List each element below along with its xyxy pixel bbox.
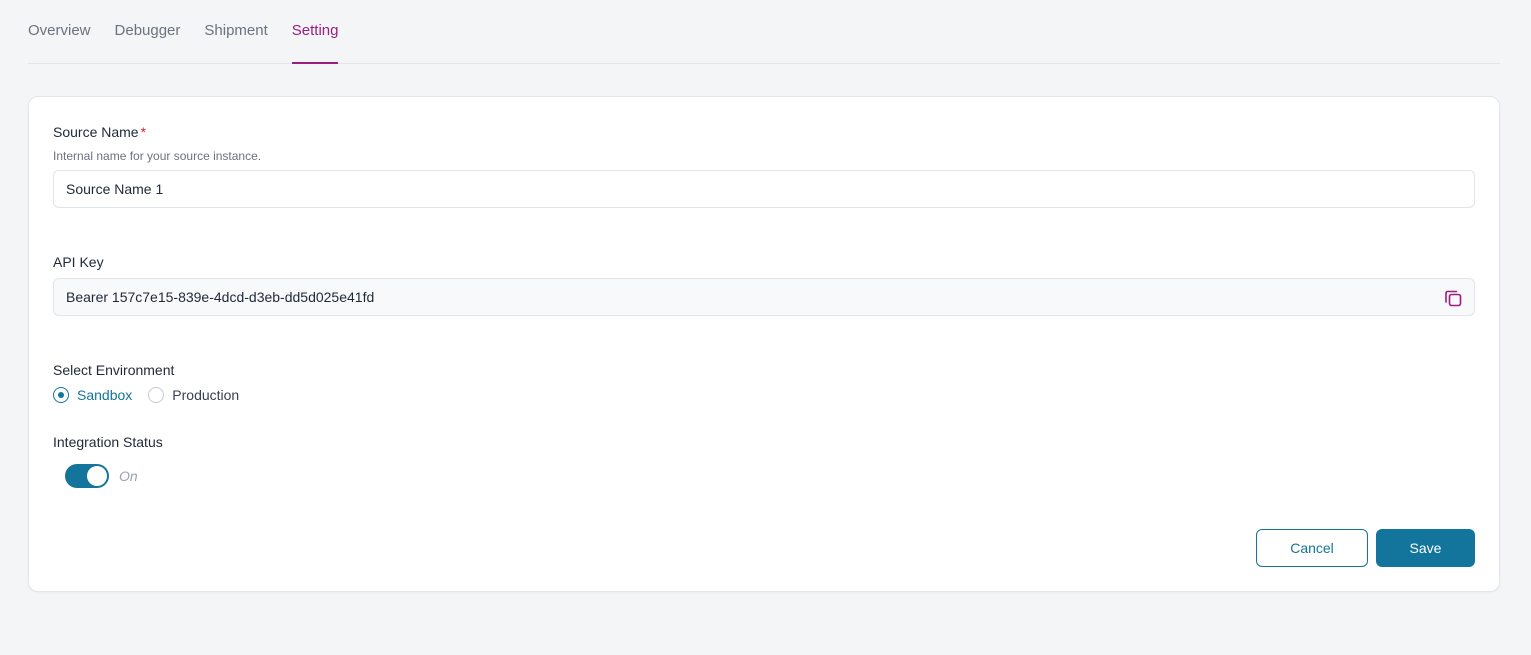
copy-icon <box>1445 290 1462 307</box>
tab-setting[interactable]: Setting <box>291 0 338 64</box>
settings-card: Source Name * Internal name for your sour… <box>28 96 1500 592</box>
settings-page: Overview Debugger Shipment Setting Sourc… <box>0 0 1531 655</box>
radio-sandbox[interactable]: Sandbox <box>53 387 132 403</box>
required-mark: * <box>140 124 147 140</box>
radio-production[interactable]: Production <box>148 387 239 403</box>
source-name-helper: Internal name for your source instance. <box>53 149 262 163</box>
api-key-field[interactable]: Bearer 157c7e15-839e-4dcd-d3eb-dd5d025e4… <box>53 278 1475 316</box>
radio-sandbox-label: Sandbox <box>77 387 133 403</box>
tab-overview[interactable]: Overview <box>28 0 91 63</box>
save-button[interactable]: Save <box>1376 529 1475 567</box>
environment-label: Select Environment <box>53 362 175 378</box>
integration-status-label: Integration Status <box>53 434 163 450</box>
toggle-state-text: On <box>119 468 138 484</box>
api-key-label: API Key <box>53 254 104 270</box>
toggle-knob <box>87 466 107 486</box>
tab-bar: Overview Debugger Shipment Setting <box>28 0 1500 64</box>
tab-debugger[interactable]: Debugger <box>115 0 181 63</box>
integration-status-toggle-wrap: On <box>65 464 138 488</box>
integration-status-toggle[interactable] <box>65 464 109 488</box>
radio-production-label: Production <box>172 387 240 403</box>
source-name-label: Source Name * <box>53 124 146 140</box>
source-name-label-text: Source Name <box>53 124 139 140</box>
source-name-input[interactable] <box>53 170 1475 208</box>
environment-radio-group: Sandbox Production <box>53 387 255 403</box>
radio-production-circle[interactable] <box>148 387 165 403</box>
cancel-button[interactable]: Cancel <box>1256 529 1368 567</box>
tab-shipment[interactable]: Shipment <box>204 0 267 63</box>
radio-sandbox-circle[interactable] <box>53 387 69 403</box>
copy-api-key-button[interactable] <box>1442 287 1464 309</box>
api-key-value: Bearer 157c7e15-839e-4dcd-d3eb-dd5d025e4… <box>66 289 375 305</box>
